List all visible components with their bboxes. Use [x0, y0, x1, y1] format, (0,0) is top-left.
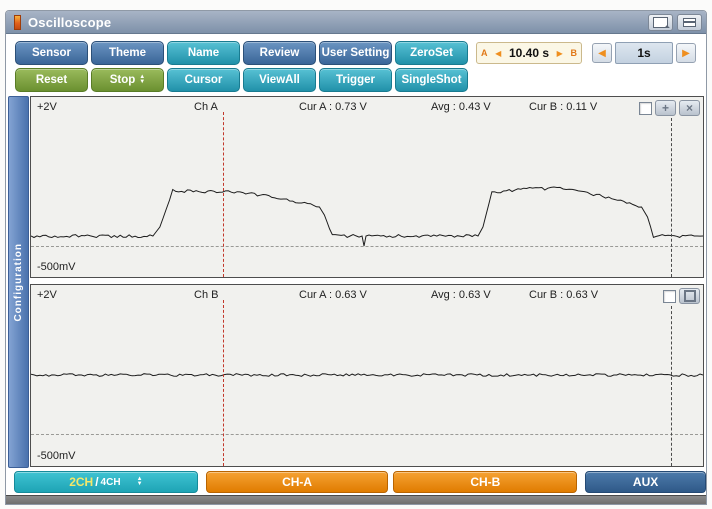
app-icon	[14, 14, 21, 30]
configuration-sidebar[interactable]: Configuration	[8, 96, 29, 468]
review-button[interactable]: Review	[243, 41, 316, 65]
channel-b-cursor-b-value: Cur B : 0.63 V	[529, 289, 599, 301]
viewall-button[interactable]: ViewAll	[243, 68, 316, 92]
stop-spinner-icon: ▲ ▼	[139, 74, 146, 85]
channel-b-name: Ch B	[194, 289, 219, 301]
channel-a-range-bottom: -500mV	[37, 261, 76, 273]
channel-a-cursor-b-value: Cur B : 0.11 V	[529, 101, 598, 113]
bottom-bar: 2CH / 4CH ▲ ▼ CH-A CH-B AUX	[6, 469, 706, 495]
window-snapshot-button[interactable]	[648, 13, 673, 31]
titlebar: Oscilloscope	[6, 11, 706, 34]
plus-icon: +	[661, 101, 669, 115]
timebase-value: 1s	[615, 42, 673, 64]
channel-a-name: Ch A	[194, 101, 218, 113]
channel-b-zero-line	[31, 434, 703, 435]
channel-b-range-top: +2V	[37, 289, 57, 301]
toolbar: Sensor Theme Name Review User Setting Ze…	[6, 34, 706, 94]
channel-b-avg-value: Avg : 0.63 V	[431, 289, 491, 301]
cursor-b-label: B	[570, 48, 577, 58]
mode-spinner-icon: ▲ ▼	[136, 476, 143, 487]
channel-mode-selector[interactable]: 2CH / 4CH ▲ ▼	[14, 471, 198, 493]
user-setting-button[interactable]: User Setting	[319, 41, 392, 65]
window-bottom-edge	[6, 495, 706, 504]
time-controls: A ◀ 10.40 s ▶ B ◀ 1s ▶	[476, 41, 696, 64]
cursor-b-line[interactable]	[671, 306, 672, 466]
zeroset-button[interactable]: ZeroSet	[395, 41, 468, 65]
channel-b-trace	[31, 373, 703, 377]
cursor-a-line[interactable]	[223, 300, 224, 466]
restore-window-icon	[683, 290, 696, 302]
channel-b-panel: +2V Ch B Cur A : 0.63 V Avg : 0.63 V Cur…	[30, 284, 704, 467]
channel-a-trace	[31, 186, 703, 247]
channel-b-range-bottom: -500mV	[37, 450, 76, 462]
channel-b-cursor-a-value: Cur A : 0.63 V	[299, 289, 367, 301]
channel-b-tab[interactable]: CH-B	[393, 471, 578, 493]
screen: Oscilloscope Sensor Theme Name Review Us…	[0, 0, 712, 509]
channel-b-panel-controls	[663, 288, 700, 304]
theme-button[interactable]: Theme	[91, 41, 164, 65]
reset-button[interactable]: Reset	[15, 68, 88, 92]
channel-a-avg-value: Avg : 0.43 V	[431, 101, 491, 113]
singleshot-button[interactable]: SingleShot	[395, 68, 468, 92]
channel-a-cursor-a-value: Cur A : 0.73 V	[299, 101, 367, 113]
mode-alt-label: 4CH	[100, 476, 121, 488]
channel-b-checkbox[interactable]	[663, 289, 676, 303]
channel-b-restore-button[interactable]	[679, 288, 700, 304]
timebase-increase-button[interactable]: ▶	[676, 43, 696, 63]
window-minimize-button[interactable]	[677, 13, 702, 31]
timebase-decrease-button[interactable]: ◀	[592, 43, 612, 63]
oscilloscope-window: Oscilloscope Sensor Theme Name Review Us…	[5, 10, 707, 505]
channel-panels: +2V Ch A Cur A : 0.73 V Avg : 0.43 V Cur…	[29, 96, 706, 469]
cursor-button[interactable]: Cursor	[167, 68, 240, 92]
stop-button-label: Stop	[109, 74, 136, 86]
name-button[interactable]: Name	[167, 41, 240, 65]
close-icon: ×	[685, 101, 693, 115]
mode-separator: /	[95, 475, 99, 489]
trigger-button[interactable]: Trigger	[319, 68, 392, 92]
triangle-right-icon: ▶	[556, 48, 563, 58]
channel-a-close-button[interactable]: ×	[679, 100, 700, 116]
cursor-a-line[interactable]	[223, 112, 224, 277]
content-area: Configuration +2V Ch A Cur A : 0.73 V Av…	[6, 94, 706, 469]
channel-a-zero-line	[31, 246, 703, 247]
triangle-left-icon: ◀	[495, 48, 502, 58]
timebase-control: ◀ 1s ▶	[592, 42, 696, 64]
mode-selected-label: 2CH	[69, 475, 94, 489]
configuration-sidebar-label: Configuration	[13, 242, 24, 322]
channel-a-zoom-in-button[interactable]: +	[655, 100, 676, 116]
snapshot-icon	[653, 16, 668, 28]
channel-a-range-top: +2V	[37, 101, 57, 113]
ab-time-value: 10.40 s	[508, 46, 550, 60]
cursor-a-label: A	[481, 48, 488, 58]
channel-a-checkbox[interactable]	[639, 101, 652, 115]
stop-button[interactable]: Stop ▲ ▼	[91, 68, 164, 92]
minimize-icon	[683, 17, 696, 27]
channel-a-panel: +2V Ch A Cur A : 0.73 V Avg : 0.43 V Cur…	[30, 96, 704, 278]
cursor-b-line[interactable]	[671, 118, 672, 277]
sensor-button[interactable]: Sensor	[15, 41, 88, 65]
window-controls	[648, 13, 702, 31]
channel-a-tab[interactable]: CH-A	[205, 471, 389, 493]
aux-tab[interactable]: AUX	[585, 471, 706, 493]
window-title: Oscilloscope	[28, 14, 112, 30]
channel-a-panel-controls: + ×	[639, 100, 700, 116]
cursor-ab-time-readout: A ◀ 10.40 s ▶ B	[476, 42, 582, 64]
toolbar-buttons: Sensor Theme Name Review User Setting Ze…	[15, 41, 468, 92]
